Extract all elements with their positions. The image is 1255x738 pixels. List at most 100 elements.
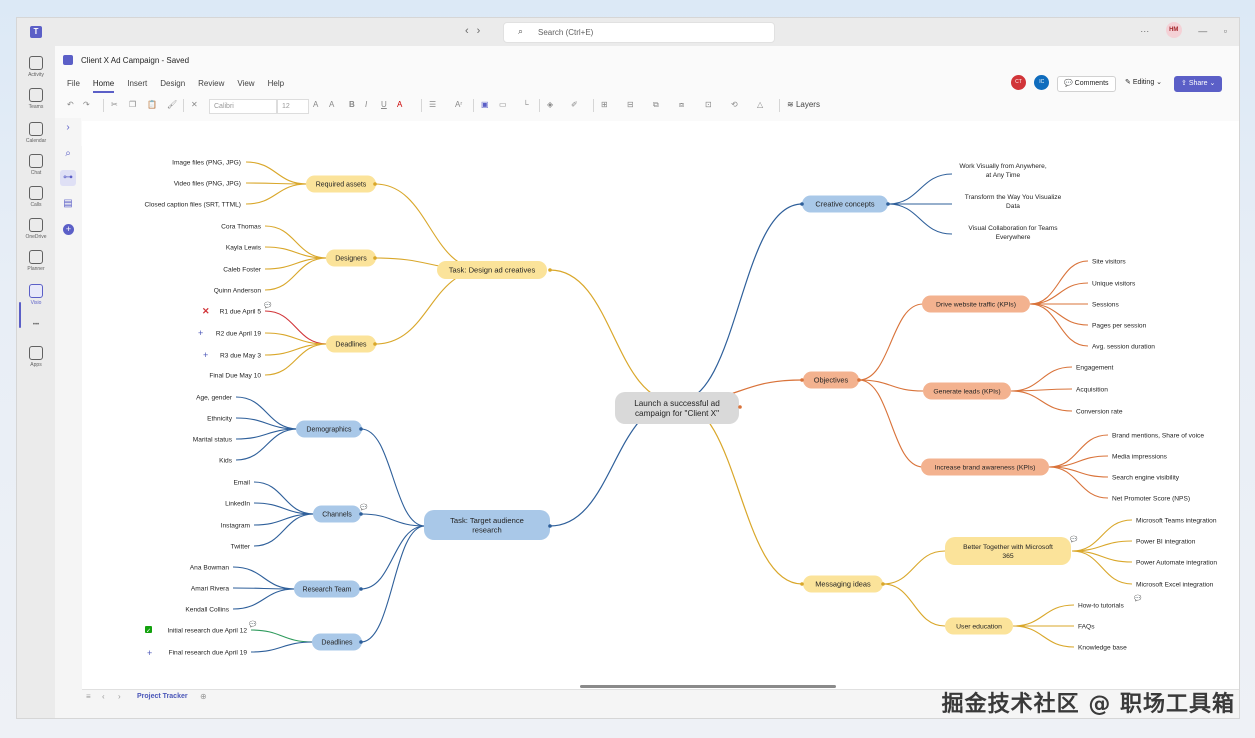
stencil-icon[interactable]: ▤ — [60, 196, 76, 212]
rail-item[interactable]: OneDrive — [17, 218, 55, 240]
traffic-kpi-item[interactable]: Unique visitors — [1092, 281, 1136, 288]
research-deadline-item[interactable]: Final research due April 19 — [169, 650, 248, 657]
format-painter-icon[interactable]: 🖌 — [167, 100, 177, 109]
italic-icon[interactable]: I — [365, 100, 367, 109]
education-item[interactable]: How-to tutorials — [1078, 603, 1125, 610]
demographic-item[interactable]: Ethnicity — [207, 416, 233, 423]
topic-design-task[interactable]: Task: Design ad creatives — [437, 261, 547, 279]
comments-button[interactable]: 💬 Comments — [1057, 76, 1116, 92]
brand-kpi-item[interactable]: Search engine visibility — [1112, 475, 1180, 482]
brand-kpi-item[interactable]: Brand mentions, Share of voice — [1112, 433, 1204, 440]
document-title[interactable]: Client X Ad Campaign - Saved — [81, 56, 189, 65]
font-size-select[interactable]: 12 — [277, 99, 309, 114]
rail-item[interactable]: Apps — [17, 346, 55, 368]
demographic-item[interactable]: Age, gender — [196, 395, 233, 402]
topic-website-traffic[interactable]: Drive website traffic (KPIs) — [922, 295, 1030, 313]
traffic-kpi-item[interactable]: Site visitors — [1092, 259, 1126, 266]
next-page-icon[interactable]: › — [118, 692, 121, 701]
undo-icon[interactable]: ↶ — [67, 100, 74, 109]
layers-button[interactable]: ≋ Layers — [787, 100, 820, 109]
page-tab-project-tracker[interactable]: Project Tracker — [137, 693, 188, 700]
team-member-item[interactable]: Ana Bowman — [190, 565, 230, 572]
menu-tab-help[interactable]: Help — [268, 79, 284, 88]
central-topic[interactable]: Launch a successful adcampaign for "Clie… — [615, 392, 739, 424]
clear-format-icon[interactable]: ✕ — [191, 100, 198, 109]
topic-designers[interactable]: Designers — [326, 249, 376, 267]
cut-icon[interactable]: ✂ — [111, 100, 118, 109]
add-page-icon[interactable]: ⊕ — [200, 692, 207, 701]
deadline-item[interactable]: R1 due April 5 — [220, 309, 262, 316]
horizontal-scrollbar[interactable] — [580, 685, 836, 688]
share-button[interactable]: ⇪ Share ⌄ — [1174, 76, 1223, 92]
m365-item[interactable]: Microsoft Excel integration — [1136, 582, 1214, 589]
concept-item[interactable]: Transform the Way You Visualize Data — [965, 194, 1062, 210]
topic-messaging-ideas[interactable]: Messaging ideas — [803, 575, 883, 593]
concept-item[interactable]: Visual Collaboration for Teams Everywhere — [968, 225, 1058, 241]
topic-research-team[interactable]: Research Team — [294, 580, 360, 598]
size-icon[interactable]: ⊡ — [705, 100, 712, 109]
menu-tab-design[interactable]: Design — [160, 79, 185, 88]
topic-user-education[interactable]: User education — [945, 617, 1013, 635]
team-member-item[interactable]: Amari Rivera — [191, 586, 229, 593]
topic-channels[interactable]: Channels — [313, 505, 361, 523]
channel-item[interactable]: Instagram — [221, 523, 251, 530]
demographic-item[interactable]: Marital status — [193, 437, 233, 444]
designer-item[interactable]: Quinn Anderson — [214, 288, 262, 295]
topic-research-task[interactable]: Task: Target audienceresearch — [424, 510, 550, 540]
search-box[interactable]: ⌕ Search (Ctrl+E) — [503, 22, 775, 43]
comment-icon[interactable]: 💬 — [264, 301, 272, 309]
all-pages-icon[interactable]: ≡ — [86, 692, 91, 701]
rail-item[interactable]: Planner — [17, 250, 55, 272]
lead-kpi-item[interactable]: Engagement — [1076, 365, 1114, 372]
diagram-canvas[interactable]: Image files (PNG, JPG) Video files (PNG, … — [82, 121, 1239, 689]
search-placeholder[interactable]: Search (Ctrl+E) — [538, 28, 593, 37]
rail-item[interactable]: Visio — [17, 284, 55, 306]
topic-objectives[interactable]: Objectives — [803, 371, 859, 389]
designer-item[interactable]: Caleb Foster — [223, 267, 262, 274]
channel-item[interactable]: Email — [234, 480, 251, 487]
add-shapes-icon[interactable]: + — [63, 224, 74, 235]
topic-creative-concepts[interactable]: Creative concepts — [802, 195, 888, 213]
demographic-item[interactable]: Kids — [219, 458, 233, 465]
research-deadline-item[interactable]: Initial research due April 12 — [167, 628, 247, 635]
history-nav[interactable]: ‹› — [465, 25, 488, 37]
minimize-button[interactable]: — — [1198, 26, 1207, 36]
collaborator-avatar[interactable]: IC — [1034, 75, 1050, 90]
comment-icon[interactable]: 💬 — [249, 620, 257, 628]
deadline-item[interactable]: R3 due May 3 — [220, 353, 261, 360]
asset-item[interactable]: Video files (PNG, JPG) — [174, 181, 241, 188]
menu-tab-home[interactable]: Home — [92, 79, 115, 93]
arrange-icon[interactable]: ⊞ — [601, 100, 608, 109]
education-item[interactable]: FAQs — [1078, 624, 1095, 631]
expand-panel-icon[interactable]: › — [60, 120, 76, 136]
connector-icon[interactable]: └ — [523, 100, 529, 109]
find-shapes-icon[interactable]: ⌕ — [60, 146, 76, 162]
rail-item[interactable]: Calls — [17, 186, 55, 208]
m365-item[interactable]: Microsoft Teams integration — [1136, 518, 1217, 525]
rail-item[interactable]: ••• — [17, 322, 55, 336]
mindmap-diagram[interactable]: Image files (PNG, JPG) Video files (PNG, … — [82, 121, 1239, 689]
topic-generate-leads[interactable]: Generate leads (KPIs) — [923, 382, 1011, 400]
more-options-icon[interactable]: ··· — [1140, 26, 1149, 36]
menu-tab-review[interactable]: Review — [198, 79, 224, 88]
topic-demographics[interactable]: Demographics — [296, 420, 362, 438]
shape-icon[interactable]: ▭ — [499, 100, 507, 109]
rail-item[interactable]: Chat — [17, 154, 55, 176]
designer-item[interactable]: Kayla Lewis — [226, 245, 262, 252]
traffic-kpi-item[interactable]: Avg. session duration — [1092, 344, 1155, 351]
topic-design-deadlines[interactable]: Deadlines — [326, 335, 376, 353]
redo-icon[interactable]: ↷ — [83, 100, 90, 109]
prev-page-icon[interactable]: ‹ — [102, 692, 105, 701]
asset-item[interactable]: Closed caption files (SRT, TTML) — [145, 202, 242, 209]
editing-mode-button[interactable]: ✎ Editing ⌄ — [1119, 76, 1168, 90]
topic-brand-awareness[interactable]: Increase brand awareness (KPIs) — [921, 458, 1049, 476]
designer-item[interactable]: Cora Thomas — [221, 224, 262, 231]
traffic-kpi-item[interactable]: Sessions — [1092, 302, 1119, 309]
flip-icon[interactable]: △ — [757, 100, 763, 109]
fill-icon[interactable]: ◈ — [547, 100, 553, 109]
topic-better-together[interactable]: Better Together with Microsoft 365 — [945, 537, 1071, 565]
channel-item[interactable]: LinkedIn — [225, 501, 250, 508]
restore-button[interactable]: ▫ — [1224, 26, 1227, 36]
channel-item[interactable]: Twitter — [231, 544, 251, 551]
m365-item[interactable]: Power BI integration — [1136, 539, 1196, 546]
